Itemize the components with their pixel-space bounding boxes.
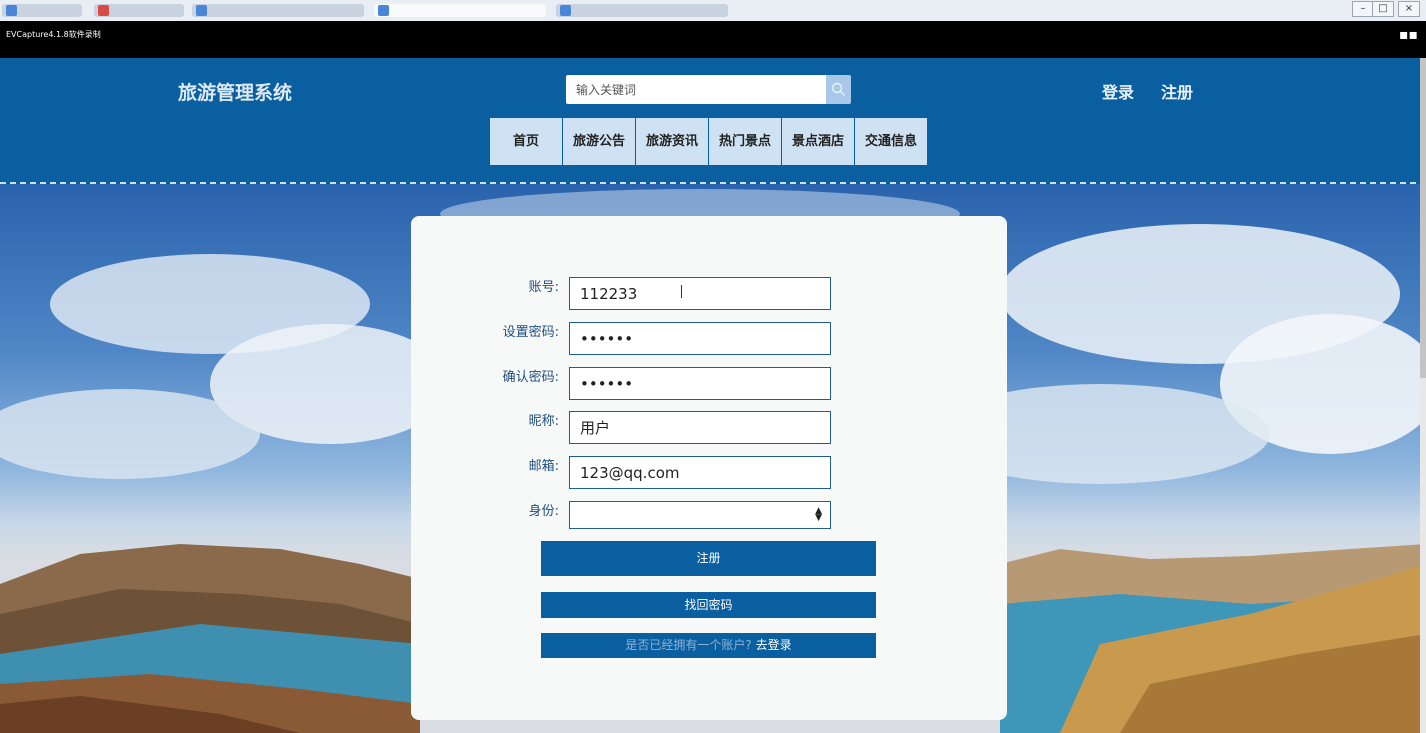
nav-item-home[interactable]: 首页 xyxy=(490,118,562,165)
tab-favicon-icon xyxy=(98,5,109,16)
nickname-input[interactable] xyxy=(569,411,831,444)
account-row: 账号: xyxy=(411,277,1007,310)
search-button[interactable] xyxy=(826,75,851,104)
register-link[interactable]: 注册 xyxy=(1161,79,1193,103)
register-form-card: 账号: 设置密码: 确认密码: 昵称: 邮箱: 身份: ▲▼ 注册 找回密码 是… xyxy=(411,216,1007,720)
page-scrollbar[interactable] xyxy=(1420,58,1426,733)
nickname-row: 昵称: xyxy=(411,411,1007,444)
have-account-text: 是否已经拥有一个账户? xyxy=(625,638,752,652)
email-label: 邮箱: xyxy=(528,459,559,474)
text-cursor-icon xyxy=(681,285,682,298)
browser-tab[interactable] xyxy=(2,4,82,17)
tab-favicon-icon xyxy=(6,5,17,16)
password-label: 设置密码: xyxy=(502,325,559,340)
site-header: 旅游管理系统 登录 注册 首页 旅游公告 旅游资讯 热门景点 景点酒店 交通信息 xyxy=(0,58,1426,184)
nickname-label: 昵称: xyxy=(528,414,559,429)
select-arrows-icon: ▲ ▼ xyxy=(815,506,822,523)
maximize-window-icon[interactable]: □ xyxy=(1372,1,1394,17)
browser-tab[interactable] xyxy=(94,4,184,17)
nav-item-attractions[interactable]: 热门景点 xyxy=(709,118,781,165)
password-row: 设置密码: xyxy=(411,322,1007,355)
browser-tab[interactable] xyxy=(192,4,364,17)
password-input[interactable] xyxy=(569,322,831,355)
email-input[interactable] xyxy=(569,456,831,489)
register-button[interactable]: 注册 xyxy=(541,541,876,576)
nav-item-hotels[interactable]: 景点酒店 xyxy=(782,118,854,165)
forgot-password-button[interactable]: 找回密码 xyxy=(541,592,876,618)
nav-item-transport[interactable]: 交通信息 xyxy=(855,118,927,165)
tab-favicon-icon xyxy=(560,5,571,16)
go-login-bar: 是否已经拥有一个账户? 去登录 xyxy=(541,633,876,658)
recorder-title: EVCapture4.1.8软件录制 xyxy=(6,30,101,39)
account-input[interactable] xyxy=(569,277,831,310)
scrollbar-thumb[interactable] xyxy=(1420,58,1426,378)
tab-favicon-icon xyxy=(378,5,389,16)
confirm-password-row: 确认密码: xyxy=(411,367,1007,400)
minimize-window-icon[interactable]: – xyxy=(1352,1,1374,17)
search-box xyxy=(566,75,851,104)
browser-tab-strip: – □ × xyxy=(0,0,1426,21)
go-login-link[interactable]: 去登录 xyxy=(756,638,792,652)
main-nav: 首页 旅游公告 旅游资讯 热门景点 景点酒店 交通信息 xyxy=(490,118,928,165)
identity-select[interactable]: ▲ ▼ xyxy=(569,501,831,529)
site-title: 旅游管理系统 xyxy=(178,82,293,104)
tab-favicon-icon xyxy=(196,5,207,16)
browser-tab[interactable] xyxy=(556,4,728,17)
recorder-menu-icon[interactable]: ▪▪ xyxy=(1399,27,1418,43)
search-icon xyxy=(831,82,845,96)
search-input[interactable] xyxy=(566,75,826,104)
recorder-bar: EVCapture4.1.8软件录制 ▪▪ xyxy=(0,21,1426,58)
nav-item-news[interactable]: 旅游资讯 xyxy=(636,118,708,165)
account-label: 账号: xyxy=(528,280,559,295)
identity-label: 身份: xyxy=(528,504,559,519)
close-window-icon[interactable]: × xyxy=(1398,1,1420,17)
login-link[interactable]: 登录 xyxy=(1102,79,1134,103)
identity-row: 身份: ▲ ▼ xyxy=(411,501,1007,534)
confirm-password-input[interactable] xyxy=(569,367,831,400)
email-row: 邮箱: xyxy=(411,456,1007,489)
browser-tab[interactable] xyxy=(374,4,546,17)
confirm-password-label: 确认密码: xyxy=(502,370,559,385)
nav-item-announcements[interactable]: 旅游公告 xyxy=(563,118,635,165)
